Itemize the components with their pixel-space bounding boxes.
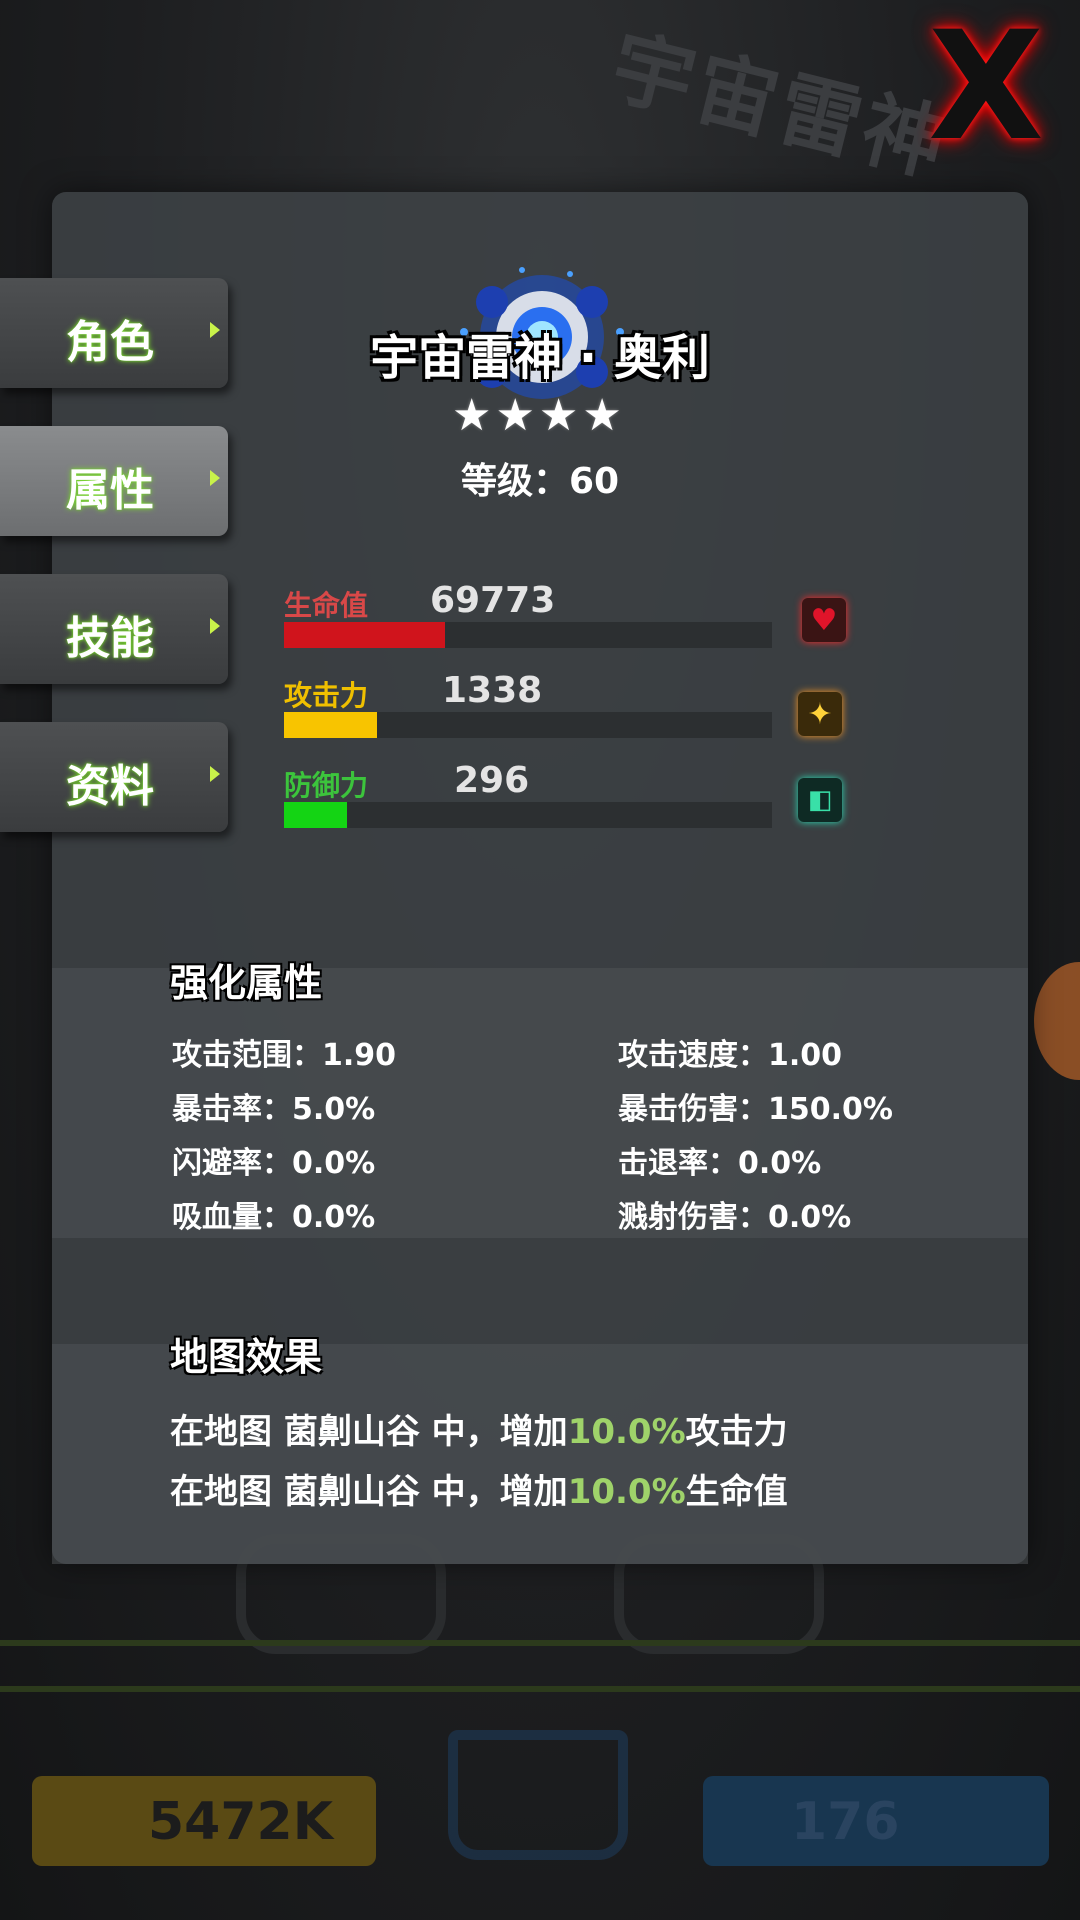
star-icon: ★ (538, 390, 579, 441)
map-effect-prefix: 在地图 菌劓山谷 中，增加 (170, 1412, 568, 1452)
star-icon: ★ (452, 390, 492, 441)
attr-crit-damage: 暴击伤害：150.0% (618, 1092, 893, 1127)
hp-value: 69773 (430, 580, 556, 621)
close-button[interactable]: X (922, 12, 1050, 162)
atk-value: 1338 (442, 670, 543, 711)
map-effect-suffix: 攻击力 (685, 1412, 788, 1452)
attr-dodge-rate: 闪避率：0.0% (172, 1146, 376, 1181)
star-icon: ★ (582, 390, 622, 441)
chevron-right-icon (210, 322, 220, 338)
hero-level: 等级：60 (460, 461, 620, 502)
gem-counter-bar: 176 (703, 1776, 1049, 1866)
map-effect-suffix: 生命值 (685, 1472, 788, 1512)
attr-crit-rate: 暴击率：5.0% (172, 1092, 376, 1127)
tab-character-label: 角色 (66, 317, 154, 368)
chevron-right-icon (210, 618, 220, 634)
attr-splash-damage: 溅射伤害：0.0% (618, 1200, 852, 1235)
hp-label: 生命值 (284, 589, 369, 622)
tab-skills[interactable]: 技能 (0, 574, 228, 684)
tab-skills-label: 技能 (66, 613, 154, 664)
gold-counter-bar: 5472K (32, 1776, 376, 1866)
hero-name: 宇宙雷神 · 奥利 (370, 330, 710, 386)
close-icon: X (928, 0, 1044, 174)
map-effect-value: 10.0% (567, 1412, 686, 1452)
star-icon: ★ (495, 390, 535, 441)
shield-icon: ◧ (798, 778, 842, 822)
def-bar (284, 802, 772, 828)
gold-count: 5472K (148, 1792, 334, 1852)
tab-character[interactable]: 角色 (0, 278, 228, 388)
map-effect-title: 地图效果 (170, 1335, 323, 1379)
tab-info-label: 资料 (66, 761, 154, 812)
enhanced-attributes-title: 强化属性 (170, 961, 323, 1005)
hero-star-rating: ★ ★ ★ ★ (452, 394, 622, 438)
shop-cart-icon[interactable] (448, 1730, 628, 1860)
attr-knockback-rate: 击退率：0.0% (618, 1146, 822, 1181)
sparkle-icon: ✦ (798, 692, 842, 736)
chevron-right-icon (210, 470, 220, 486)
def-bar-fill (284, 802, 348, 828)
attr-attack-range: 攻击范围：1.90 (172, 1038, 397, 1073)
tab-info[interactable]: 资料 (0, 722, 228, 832)
def-label: 防御力 (284, 769, 369, 802)
heart-icon: ♥ (802, 598, 846, 642)
background-rail (0, 1640, 1080, 1692)
atk-bar-fill (284, 712, 377, 738)
atk-bar (284, 712, 772, 738)
def-value: 296 (454, 760, 530, 801)
attr-attack-speed: 攻击速度：1.00 (618, 1038, 843, 1073)
gem-count: 176 (791, 1792, 900, 1852)
tab-attributes-label: 属性 (66, 465, 154, 516)
map-effect-prefix: 在地图 菌劓山谷 中，增加 (170, 1472, 568, 1512)
map-effect-value: 10.0% (567, 1472, 686, 1512)
hp-bar-fill (284, 622, 446, 648)
map-effect-line: 在地图 菌劓山谷 中，增加10.0%生命值 (170, 1464, 788, 1513)
hp-bar (284, 622, 772, 648)
tab-attributes[interactable]: 属性 (0, 426, 228, 536)
atk-label: 攻击力 (284, 679, 369, 712)
map-effect-line: 在地图 菌劓山谷 中，增加10.0%攻击力 (170, 1404, 788, 1453)
chevron-right-icon (210, 766, 220, 782)
attr-lifesteal: 吸血量：0.0% (172, 1200, 376, 1235)
